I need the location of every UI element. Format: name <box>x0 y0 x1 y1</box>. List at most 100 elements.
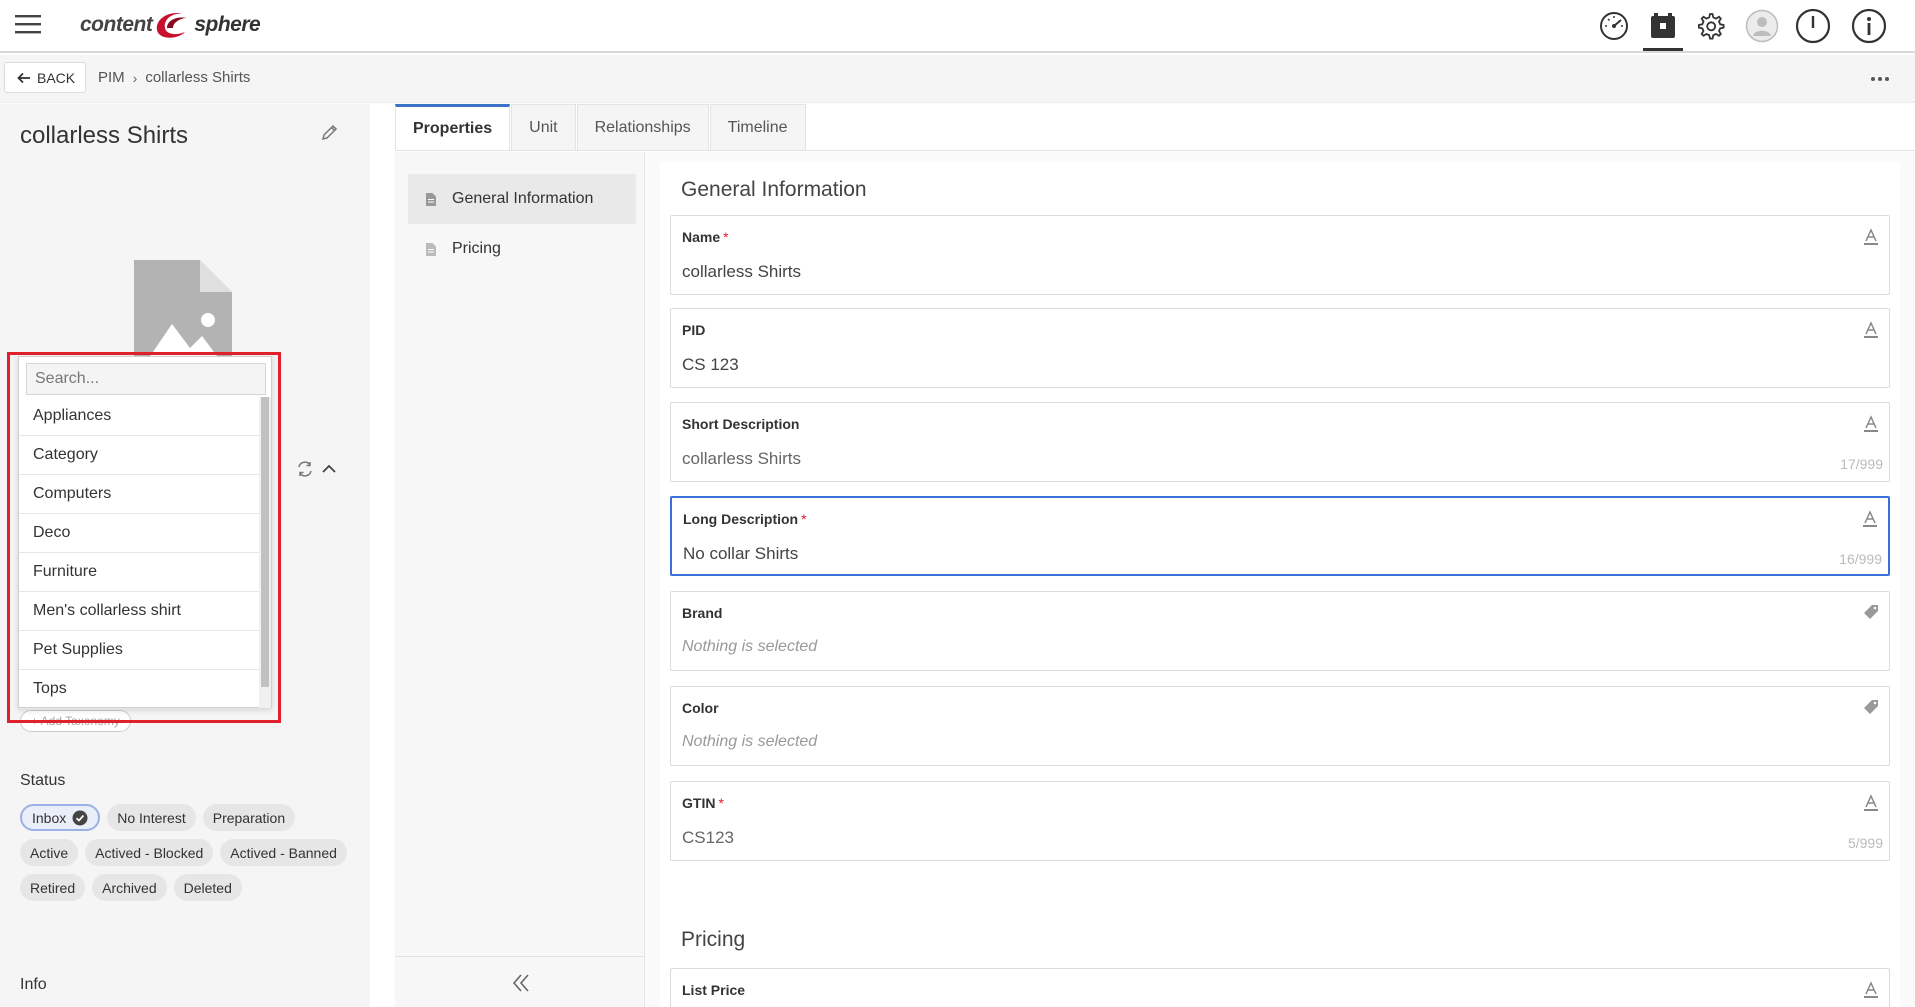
field-label: Name * <box>682 229 729 245</box>
tab-timeline[interactable]: Timeline <box>709 104 806 151</box>
long-description-value[interactable]: No collar Shirts <box>683 544 798 564</box>
hamburger-menu-icon[interactable] <box>14 12 42 36</box>
back-button[interactable]: BACK <box>4 62 87 93</box>
color-field[interactable]: Color Nothing is selected <box>670 686 1890 766</box>
status-chip-inbox[interactable]: Inbox <box>20 804 101 831</box>
required-marker: * <box>718 795 724 811</box>
character-counter: 5/999 <box>1847 835 1883 851</box>
entity-title: collarless Shirts <box>20 122 189 149</box>
section-nav-label: General Information <box>452 190 594 207</box>
info-label: Info <box>20 976 47 993</box>
field-label: Color <box>682 700 719 716</box>
settings-gear-icon[interactable] <box>1690 6 1730 46</box>
dropdown-scroll-thumb[interactable] <box>261 397 269 687</box>
taxonomy-option[interactable]: Furniture <box>19 553 261 592</box>
section-nav-pricing[interactable]: Pricing <box>408 224 636 274</box>
taxonomy-option[interactable]: Tops <box>19 670 261 709</box>
tab-unit[interactable]: Unit <box>511 104 576 151</box>
section-nav: General Information Pricing <box>395 152 645 1007</box>
tab-relationships[interactable]: Relationships <box>576 104 709 151</box>
text-field-icon <box>1863 415 1879 433</box>
status-chip-preparation[interactable]: Preparation <box>202 804 296 831</box>
text-field-icon <box>1863 794 1879 812</box>
breadcrumb-item-current: collarless Shirts <box>145 69 251 86</box>
text-field-icon <box>1863 981 1879 999</box>
taxonomy-option[interactable]: Appliances <box>19 397 261 436</box>
required-marker: * <box>801 511 807 527</box>
double-chevron-left-icon[interactable] <box>511 972 531 994</box>
arrow-left-icon <box>17 72 31 84</box>
breadcrumb-bar: BACK PIM › collarless Shirts <box>0 55 1915 103</box>
taxonomy-option[interactable]: Computers <box>19 475 261 514</box>
breadcrumb: PIM › collarless Shirts <box>98 69 250 86</box>
section-heading-pricing: Pricing <box>681 928 746 951</box>
brand-value[interactable]: Nothing is selected <box>682 638 817 656</box>
product-catalog-icon[interactable] <box>1643 6 1683 51</box>
status-chip-archived[interactable]: Archived <box>92 874 167 901</box>
character-counter: 17/999 <box>1840 456 1883 472</box>
tag-icon <box>1863 604 1879 622</box>
pencil-edit-icon[interactable] <box>320 122 340 142</box>
text-field-icon <box>1863 321 1879 339</box>
power-icon[interactable] <box>1793 6 1833 46</box>
long-description-field[interactable]: Long Description * No collar Shirts 16/99… <box>670 496 1890 576</box>
tab-bar: Properties Unit Relationships Timeline <box>395 104 807 151</box>
field-label: PID <box>682 322 706 338</box>
status-chip-deleted[interactable]: Deleted <box>173 874 242 901</box>
taxonomy-search-input[interactable] <box>26 363 266 395</box>
taxonomy-option[interactable]: Category <box>19 436 261 475</box>
chevron-up-icon[interactable] <box>320 460 338 478</box>
gtin-field[interactable]: GTIN * CS123 5/999 <box>670 781 1890 861</box>
color-value[interactable]: Nothing is selected <box>682 733 817 751</box>
logo-swoosh-icon <box>153 8 191 42</box>
nav-divider <box>395 956 645 957</box>
status-chip-active[interactable]: Active <box>20 839 79 866</box>
taxonomy-option[interactable]: Men's collarless shirt <box>19 592 261 631</box>
taxonomy-option[interactable]: Deco <box>19 514 261 553</box>
back-label: BACK <box>37 69 76 86</box>
name-value[interactable]: collarless Shirts <box>682 262 801 282</box>
tag-icon <box>1863 699 1879 717</box>
pid-field[interactable]: PID CS 123 <box>670 308 1890 388</box>
section-heading-general-information: General Information <box>681 178 867 201</box>
section-nav-label: Pricing <box>452 240 501 257</box>
form-scroll-container[interactable]: General Information Name * collarless Shi… <box>645 152 1915 1007</box>
name-field[interactable]: Name * collarless Shirts <box>670 215 1890 295</box>
status-chip-actived-banned[interactable]: Actived - Banned <box>220 839 347 866</box>
taxonomy-option-list: Appliances Category Computers Deco Furni… <box>19 397 261 709</box>
gtin-value[interactable]: CS123 <box>682 828 734 848</box>
chevron-right-icon: › <box>132 69 138 86</box>
form-panel: General Information Name * collarless Shi… <box>660 162 1900 1007</box>
info-icon[interactable] <box>1849 6 1889 46</box>
document-icon <box>426 242 436 256</box>
field-label: GTIN * <box>682 795 724 811</box>
status-chip-retired[interactable]: Retired <box>20 874 86 901</box>
form-area: General Information Name * collarless Shi… <box>645 152 1915 1007</box>
tab-properties[interactable]: Properties <box>395 104 511 151</box>
tab-divider <box>395 150 1915 151</box>
required-marker: * <box>723 229 729 245</box>
status-chip-group: Inbox No Interest Preparation Active Act… <box>20 804 350 901</box>
field-label: List Price <box>682 982 746 998</box>
pid-value[interactable]: CS 123 <box>682 355 739 375</box>
dashboard-gauge-icon[interactable] <box>1594 6 1634 46</box>
dropdown-scrollbar[interactable] <box>259 397 271 708</box>
brand-field[interactable]: Brand Nothing is selected <box>670 591 1890 671</box>
section-nav-general-information[interactable]: General Information <box>408 174 636 224</box>
taxonomy-option[interactable]: Pet Supplies <box>19 631 261 670</box>
short-description-field[interactable]: Short Description collarless Shirts 17/9… <box>670 402 1890 482</box>
add-taxonomy-button[interactable]: + Add Taxonomy <box>20 710 131 732</box>
app-logo[interactable]: content sphere <box>80 5 261 45</box>
status-chip-actived-blocked[interactable]: Actived - Blocked <box>85 839 214 866</box>
user-avatar-icon[interactable] <box>1742 6 1782 46</box>
refresh-icon[interactable] <box>296 460 314 478</box>
list-price-field[interactable]: List Price <box>670 968 1890 1007</box>
taxonomy-dropdown: Appliances Category Computers Deco Furni… <box>18 356 272 709</box>
short-description-value[interactable]: collarless Shirts <box>682 449 801 469</box>
text-field-icon <box>1862 510 1878 528</box>
breadcrumb-item-pim[interactable]: PIM <box>98 69 125 86</box>
more-options-icon[interactable] <box>1867 69 1893 89</box>
field-label: Short Description <box>682 416 800 432</box>
status-chip-no-interest[interactable]: No Interest <box>107 804 196 831</box>
text-field-icon <box>1863 228 1879 246</box>
